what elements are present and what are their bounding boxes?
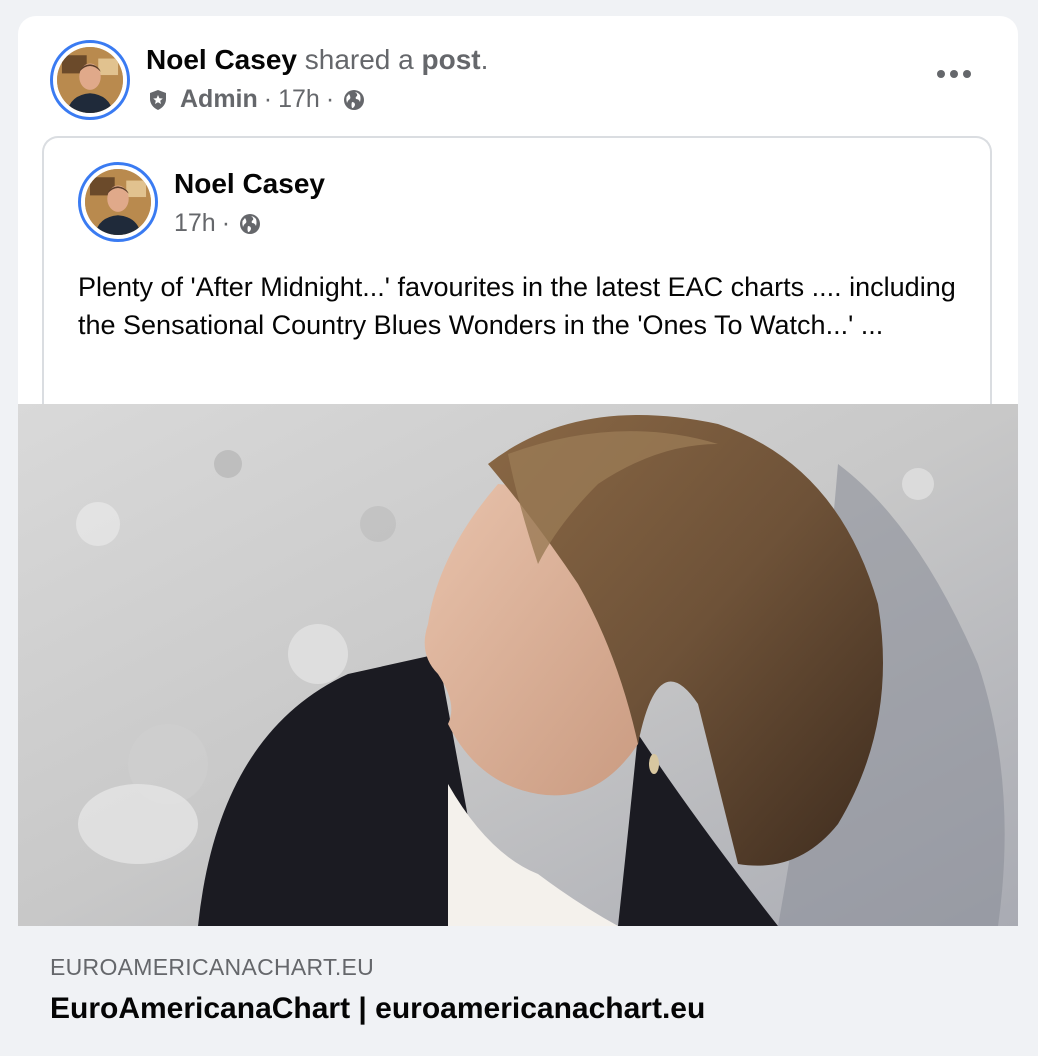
- shared-author-name[interactable]: Noel Casey: [174, 166, 325, 202]
- link-preview-footer[interactable]: EUROAMERICANACHART.EU EuroAmericanaChart…: [18, 926, 1018, 1056]
- period: .: [480, 44, 489, 75]
- post-header-text: Noel Casey shared a post.: [146, 42, 488, 78]
- dot: [963, 70, 971, 78]
- separator: ·: [325, 85, 335, 113]
- post-meta: Admin · 17h ·: [146, 82, 366, 116]
- avatar-photo-icon: [85, 169, 151, 235]
- author-avatar[interactable]: [50, 40, 130, 120]
- shared-post-text: Plenty of 'After Midnight...' favourites…: [78, 272, 956, 340]
- link-title[interactable]: EuroAmericanaChart | euroamericanachart.…: [50, 992, 705, 1026]
- avatar-photo-icon: [57, 47, 123, 113]
- globe-icon: [342, 87, 366, 111]
- shared-post[interactable]: Noel Casey 17h · Plenty of 'After Midnig…: [42, 136, 992, 436]
- post-link[interactable]: post: [422, 44, 481, 75]
- action-text: shared a: [304, 44, 414, 75]
- dot: [950, 70, 958, 78]
- shared-author-avatar[interactable]: [78, 162, 158, 242]
- link-domain: EUROAMERICANACHART.EU: [50, 954, 375, 980]
- avatar-image: [57, 47, 123, 113]
- post-card: Noel Casey shared a post. Admin · 17h ·: [18, 16, 1018, 1056]
- more-options-button[interactable]: [924, 54, 984, 94]
- post-time[interactable]: 17h: [278, 82, 320, 116]
- author-name[interactable]: Noel Casey: [146, 44, 297, 75]
- shared-post-time[interactable]: 17h: [174, 206, 216, 240]
- shield-icon: [146, 87, 170, 111]
- avatar-image: [85, 169, 151, 235]
- more-horizontal-icon: [937, 70, 945, 78]
- shared-post-meta: 17h ·: [174, 206, 262, 240]
- link-preview-image[interactable]: [18, 404, 1018, 926]
- woman-portrait-image: [18, 404, 1018, 926]
- separator: ·: [263, 85, 273, 113]
- globe-icon: [238, 211, 262, 235]
- role-badge: Admin: [180, 85, 258, 113]
- separator: ·: [221, 209, 231, 237]
